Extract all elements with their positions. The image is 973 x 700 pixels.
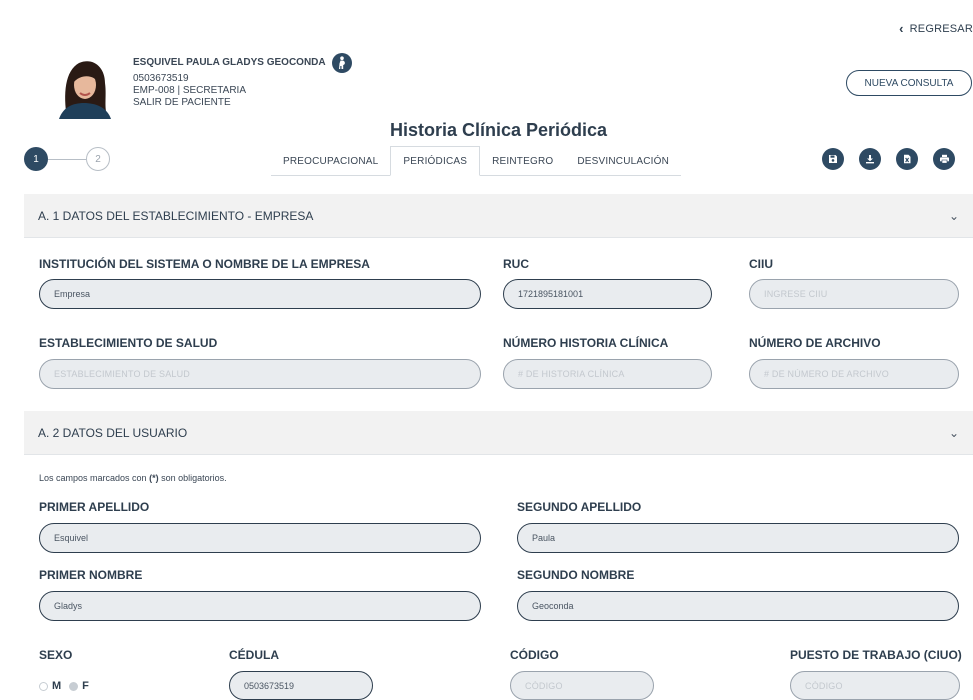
sex-m-radio[interactable]	[39, 681, 48, 691]
excel-button[interactable]	[896, 148, 918, 170]
chevron-down-icon: ⌄	[948, 425, 959, 440]
job-position-input[interactable]	[790, 671, 960, 700]
job-position-label: PUESTO DE TRABAJO (CIUO)	[790, 648, 962, 662]
new-consult-button[interactable]: NUEVA CONSULTA	[846, 70, 972, 96]
save-icon	[829, 155, 837, 163]
first-name-input[interactable]	[39, 591, 481, 621]
print-icon	[939, 154, 949, 164]
print-button[interactable]	[933, 148, 955, 170]
institution-label: INSTITUCIÓN DEL SISTEMA O NOMBRE DE LA E…	[39, 257, 370, 271]
page-title: Historia Clínica Periódica	[390, 120, 608, 140]
patient-card: ESQUIVEL PAULA GLADYS GEOCONDA 050367351…	[53, 53, 352, 119]
download-button[interactable]	[859, 148, 881, 170]
first-name-label: PRIMER NOMBRE	[39, 568, 143, 582]
cedula-label: CÉDULA	[229, 648, 279, 662]
code-label: CÓDIGO	[510, 648, 559, 662]
section-a1-header[interactable]: A. 1 DATOS DEL ESTABLECIMIENTO - EMPRESA…	[24, 194, 973, 238]
establishment-input[interactable]	[39, 359, 481, 389]
ciiu-label: CIIU	[749, 257, 773, 271]
back-label: REGRESAR	[909, 22, 973, 35]
tab-preocupacional[interactable]: PREOCUPACIONAL	[271, 146, 390, 176]
tab-reintegro[interactable]: REINTEGRO	[480, 146, 565, 176]
back-link[interactable]: ‹ REGRESAR	[899, 22, 973, 35]
required-note-prefix: Los campos marcados con	[39, 473, 147, 483]
patient-status: SALIR DE PACIENTE	[133, 97, 231, 108]
sex-f-label: F	[82, 680, 89, 692]
required-note: Los campos marcados con (*) son obligato…	[39, 473, 227, 483]
code-input[interactable]	[510, 671, 654, 700]
ruc-input[interactable]	[503, 279, 712, 309]
sex-f-radio[interactable]	[69, 681, 79, 691]
second-surname-label: SEGUNDO APELLIDO	[517, 500, 642, 514]
section-a2-header[interactable]: A. 2 DATOS DEL USUARIO ⌄	[24, 411, 973, 455]
history-number-label: NÚMERO HISTORIA CLÍNICA	[503, 336, 669, 350]
chevron-down-icon: ⌄	[948, 208, 959, 223]
second-name-label: SEGUNDO NOMBRE	[517, 568, 635, 582]
download-icon	[866, 155, 874, 164]
patient-name: ESQUIVEL PAULA GLADYS GEOCONDA	[133, 57, 326, 68]
history-number-input[interactable]	[503, 359, 712, 389]
second-surname-input[interactable]	[517, 523, 959, 553]
stepper: 1 2	[24, 147, 110, 171]
step-connector	[48, 158, 86, 160]
section-a2-title: A. 2 DATOS DEL USUARIO	[38, 425, 188, 440]
tab-desvinculacion[interactable]: DESVINCULACIÓN	[565, 146, 681, 176]
pregnant-icon	[331, 53, 352, 73]
first-surname-input[interactable]	[39, 523, 481, 553]
step-2[interactable]: 2	[86, 147, 110, 171]
chevron-left-icon: ‹	[899, 21, 904, 36]
save-button[interactable]	[822, 148, 844, 170]
patient-id: 0503673519	[133, 73, 189, 84]
first-surname-label: PRIMER APELLIDO	[39, 500, 150, 514]
establishment-label: ESTABLECIMIENTO DE SALUD	[39, 336, 218, 350]
sex-m-label: M	[52, 680, 62, 692]
institution-input[interactable]	[39, 279, 481, 309]
second-name-input[interactable]	[517, 591, 959, 621]
required-note-marker: (*)	[149, 473, 159, 483]
action-toolbar	[822, 148, 955, 170]
archive-number-label: NÚMERO DE ARCHIVO	[749, 336, 881, 350]
sex-radio-group: M F	[39, 680, 89, 692]
history-tabs: PREOCUPACIONAL PERIÓDICAS REINTEGRO DESV…	[271, 146, 682, 176]
excel-icon	[904, 154, 911, 164]
avatar	[53, 53, 115, 119]
patient-name-row: ESQUIVEL PAULA GLADYS GEOCONDA	[133, 53, 352, 73]
patient-employee: EMP-008 | SECRETARIA	[133, 85, 246, 96]
step-1[interactable]: 1	[24, 147, 48, 171]
tab-periodicas[interactable]: PERIÓDICAS	[390, 146, 481, 176]
cedula-input[interactable]	[229, 671, 373, 700]
ciiu-input[interactable]	[749, 279, 959, 309]
required-note-suffix: son obligatorios.	[161, 473, 227, 483]
sex-label: SEXO	[39, 648, 73, 662]
ruc-label: RUC	[503, 257, 529, 271]
section-a1-title: A. 1 DATOS DEL ESTABLECIMIENTO - EMPRESA	[38, 208, 314, 223]
archive-number-input[interactable]	[749, 359, 959, 389]
